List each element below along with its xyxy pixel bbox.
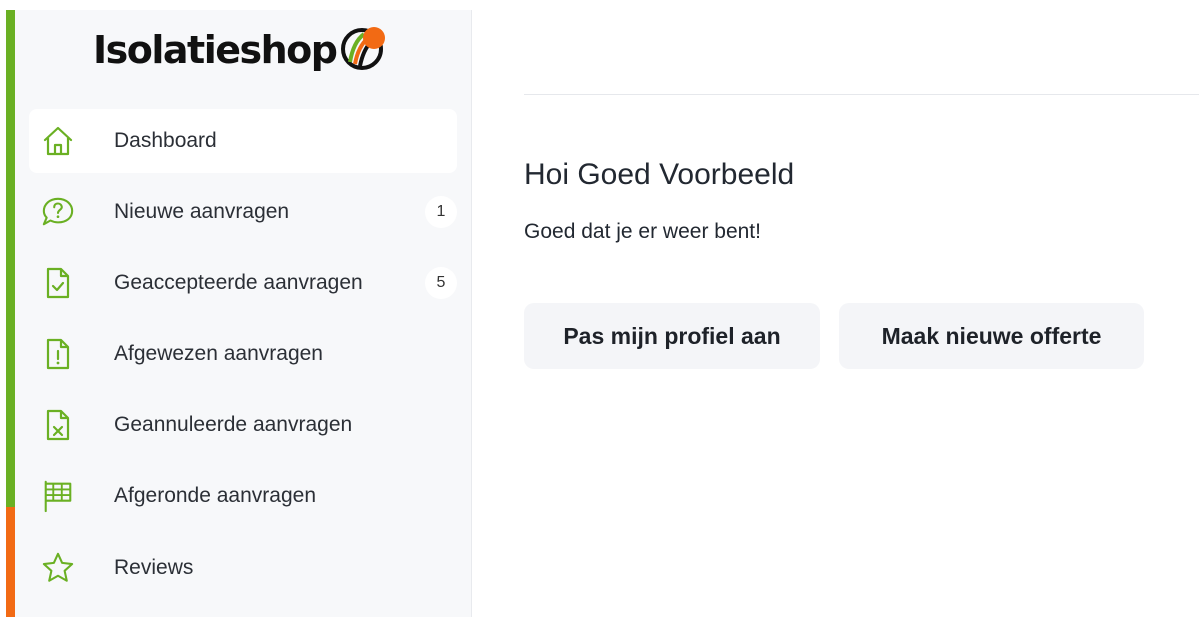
document-check-icon (41, 266, 75, 300)
sidebar-item-reviews[interactable]: Reviews (29, 536, 457, 600)
sidebar-item-label: Reviews (114, 556, 194, 579)
sidebar: Isolatieshop Dashboard Nieuwe aanvragen … (15, 10, 472, 617)
header-divider (524, 94, 1199, 95)
accent-bar-orange (6, 507, 15, 617)
count-badge: 1 (425, 196, 457, 228)
logo-mark-icon (338, 22, 390, 79)
brand-logo[interactable]: Isolatieshop (93, 24, 390, 76)
sidebar-item-label: Geaccepteerde aanvragen (114, 271, 363, 294)
sidebar-item-nieuwe-aanvragen[interactable]: Nieuwe aanvragen 1 (29, 180, 457, 244)
sidebar-item-label: Dashboard (114, 129, 217, 152)
sidebar-item-label: Geannuleerde aanvragen (114, 413, 353, 436)
question-bubble-icon (41, 195, 75, 229)
document-x-icon (41, 408, 75, 442)
count-badge: 5 (425, 267, 457, 299)
document-exclamation-icon (41, 337, 75, 371)
new-quote-button[interactable]: Maak nieuwe offerte (839, 303, 1144, 369)
logo-text: Isolatieshop (93, 28, 338, 72)
sidebar-item-geannuleerde-aanvragen[interactable]: Geannuleerde aanvragen (29, 393, 457, 457)
accent-bar-green (6, 10, 15, 507)
home-icon (41, 124, 75, 158)
star-icon (41, 551, 75, 585)
sidebar-item-afgeronde-aanvragen[interactable]: Afgeronde aanvragen (29, 464, 457, 528)
flag-icon (41, 479, 75, 513)
sidebar-item-geaccepteerde-aanvragen[interactable]: Geaccepteerde aanvragen 5 (29, 251, 457, 315)
sidebar-item-label: Afgeronde aanvragen (114, 484, 316, 507)
sidebar-item-afgewezen-aanvragen[interactable]: Afgewezen aanvragen (29, 322, 457, 386)
page-title: Hoi Goed Voorbeeld (524, 158, 795, 191)
welcome-text: Goed dat je er weer bent! (524, 220, 761, 243)
sidebar-item-label: Nieuwe aanvragen (114, 200, 290, 223)
edit-profile-button[interactable]: Pas mijn profiel aan (524, 303, 820, 369)
sidebar-item-dashboard[interactable]: Dashboard (29, 109, 457, 173)
sidebar-item-label: Afgewezen aanvragen (114, 342, 323, 365)
